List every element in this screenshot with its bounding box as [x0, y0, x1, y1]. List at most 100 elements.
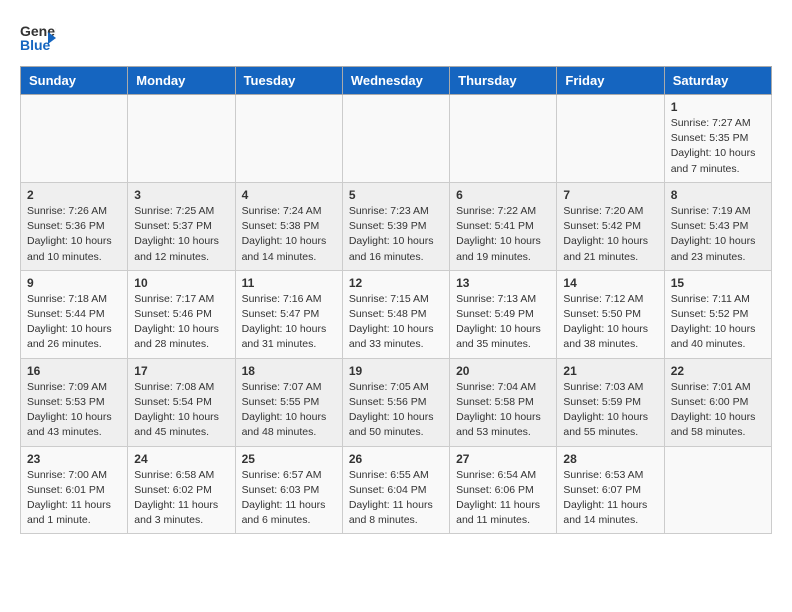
- calendar-cell: 18 Sunrise: 7:07 AM Sunset: 5:55 PM Dayli…: [235, 358, 342, 446]
- calendar-cell: [128, 95, 235, 183]
- calendar-week-2: 2Sunrise: 7:26 AM Sunset: 5:36 PM Daylig…: [21, 182, 772, 270]
- calendar-cell: [21, 95, 128, 183]
- day-number: 21: [563, 364, 657, 378]
- svg-text:Blue: Blue: [20, 37, 51, 53]
- day-info: Sunrise: 7:01 AM Sunset: 6:00 PM Dayligh…: [671, 380, 765, 441]
- day-info: Sunrise: 7:16 AM Sunset: 5:47 PM Dayligh…: [242, 292, 336, 353]
- day-number: 8: [671, 188, 765, 202]
- page-header: General Blue: [20, 20, 772, 56]
- calendar-cell: 11 Sunrise: 7:16 AM Sunset: 5:47 PM Dayli…: [235, 270, 342, 358]
- day-info: Sunrise: 7:13 AM Sunset: 5:49 PM Dayligh…: [456, 292, 550, 353]
- day-number: 7: [563, 188, 657, 202]
- calendar-cell: [664, 446, 771, 534]
- day-number: 26: [349, 452, 443, 466]
- day-number: 19: [349, 364, 443, 378]
- header-day-friday: Friday: [557, 67, 664, 95]
- day-number: 22: [671, 364, 765, 378]
- calendar-cell: [342, 95, 449, 183]
- day-info: Sunrise: 7:25 AM Sunset: 5:37 PM Dayligh…: [134, 204, 228, 265]
- day-number: 25: [242, 452, 336, 466]
- day-info: Sunrise: 7:22 AM Sunset: 5:41 PM Dayligh…: [456, 204, 550, 265]
- calendar-week-1: 1Sunrise: 7:27 AM Sunset: 5:35 PM Daylig…: [21, 95, 772, 183]
- calendar-cell: 25 Sunrise: 6:57 AM Sunset: 6:03 PM Dayli…: [235, 446, 342, 534]
- day-info: Sunrise: 7:23 AM Sunset: 5:39 PM Dayligh…: [349, 204, 443, 265]
- calendar-cell: 19 Sunrise: 7:05 AM Sunset: 5:56 PM Dayli…: [342, 358, 449, 446]
- day-number: 6: [456, 188, 550, 202]
- calendar-cell: 6 Sunrise: 7:22 AM Sunset: 5:41 PM Daylig…: [450, 182, 557, 270]
- calendar-cell: 21 Sunrise: 7:03 AM Sunset: 5:59 PM Dayli…: [557, 358, 664, 446]
- day-number: 13: [456, 276, 550, 290]
- calendar-cell: 3 Sunrise: 7:25 AM Sunset: 5:37 PM Daylig…: [128, 182, 235, 270]
- calendar-cell: 7 Sunrise: 7:20 AM Sunset: 5:42 PM Daylig…: [557, 182, 664, 270]
- calendar-cell: 9 Sunrise: 7:18 AM Sunset: 5:44 PM Daylig…: [21, 270, 128, 358]
- calendar-cell: [450, 95, 557, 183]
- day-number: 1: [671, 100, 765, 114]
- day-number: 16: [27, 364, 121, 378]
- day-number: 15: [671, 276, 765, 290]
- calendar-cell: 26 Sunrise: 6:55 AM Sunset: 6:04 PM Dayli…: [342, 446, 449, 534]
- day-number: 12: [349, 276, 443, 290]
- header-day-monday: Monday: [128, 67, 235, 95]
- day-info: Sunrise: 7:05 AM Sunset: 5:56 PM Dayligh…: [349, 380, 443, 441]
- calendar-cell: 1Sunrise: 7:27 AM Sunset: 5:35 PM Daylig…: [664, 95, 771, 183]
- header-day-sunday: Sunday: [21, 67, 128, 95]
- calendar-cell: 27Sunrise: 6:54 AM Sunset: 6:06 PM Dayli…: [450, 446, 557, 534]
- calendar-cell: 8 Sunrise: 7:19 AM Sunset: 5:43 PM Daylig…: [664, 182, 771, 270]
- day-number: 10: [134, 276, 228, 290]
- day-info: Sunrise: 6:55 AM Sunset: 6:04 PM Dayligh…: [349, 468, 443, 529]
- calendar-week-4: 16 Sunrise: 7:09 AM Sunset: 5:53 PM Dayli…: [21, 358, 772, 446]
- calendar-week-3: 9 Sunrise: 7:18 AM Sunset: 5:44 PM Daylig…: [21, 270, 772, 358]
- calendar-cell: 2Sunrise: 7:26 AM Sunset: 5:36 PM Daylig…: [21, 182, 128, 270]
- calendar-cell: 15 Sunrise: 7:11 AM Sunset: 5:52 PM Dayli…: [664, 270, 771, 358]
- calendar-cell: 14Sunrise: 7:12 AM Sunset: 5:50 PM Dayli…: [557, 270, 664, 358]
- day-info: Sunrise: 6:58 AM Sunset: 6:02 PM Dayligh…: [134, 468, 228, 529]
- calendar-cell: 24 Sunrise: 6:58 AM Sunset: 6:02 PM Dayli…: [128, 446, 235, 534]
- day-number: 11: [242, 276, 336, 290]
- day-number: 4: [242, 188, 336, 202]
- calendar-table: SundayMondayTuesdayWednesdayThursdayFrid…: [20, 66, 772, 534]
- day-info: Sunrise: 7:12 AM Sunset: 5:50 PM Dayligh…: [563, 292, 657, 353]
- day-info: Sunrise: 7:08 AM Sunset: 5:54 PM Dayligh…: [134, 380, 228, 441]
- calendar-cell: 10 Sunrise: 7:17 AM Sunset: 5:46 PM Dayli…: [128, 270, 235, 358]
- logo-icon: General Blue: [20, 20, 56, 56]
- day-info: Sunrise: 7:03 AM Sunset: 5:59 PM Dayligh…: [563, 380, 657, 441]
- calendar-cell: 16 Sunrise: 7:09 AM Sunset: 5:53 PM Dayli…: [21, 358, 128, 446]
- day-number: 18: [242, 364, 336, 378]
- day-info: Sunrise: 7:04 AM Sunset: 5:58 PM Dayligh…: [456, 380, 550, 441]
- day-info: Sunrise: 7:24 AM Sunset: 5:38 PM Dayligh…: [242, 204, 336, 265]
- calendar-cell: [235, 95, 342, 183]
- day-number: 23: [27, 452, 121, 466]
- header-day-wednesday: Wednesday: [342, 67, 449, 95]
- day-info: Sunrise: 7:18 AM Sunset: 5:44 PM Dayligh…: [27, 292, 121, 353]
- day-number: 5: [349, 188, 443, 202]
- calendar-cell: 23 Sunrise: 7:00 AM Sunset: 6:01 PM Dayli…: [21, 446, 128, 534]
- day-number: 24: [134, 452, 228, 466]
- calendar-header-row: SundayMondayTuesdayWednesdayThursdayFrid…: [21, 67, 772, 95]
- calendar-cell: 13 Sunrise: 7:13 AM Sunset: 5:49 PM Dayli…: [450, 270, 557, 358]
- day-info: Sunrise: 6:54 AM Sunset: 6:06 PM Dayligh…: [456, 468, 550, 529]
- calendar-cell: [557, 95, 664, 183]
- day-number: 28: [563, 452, 657, 466]
- calendar-cell: 4 Sunrise: 7:24 AM Sunset: 5:38 PM Daylig…: [235, 182, 342, 270]
- day-info: Sunrise: 7:11 AM Sunset: 5:52 PM Dayligh…: [671, 292, 765, 353]
- calendar-cell: 28Sunrise: 6:53 AM Sunset: 6:07 PM Dayli…: [557, 446, 664, 534]
- day-info: Sunrise: 7:20 AM Sunset: 5:42 PM Dayligh…: [563, 204, 657, 265]
- day-number: 17: [134, 364, 228, 378]
- day-number: 3: [134, 188, 228, 202]
- day-info: Sunrise: 7:19 AM Sunset: 5:43 PM Dayligh…: [671, 204, 765, 265]
- header-day-thursday: Thursday: [450, 67, 557, 95]
- day-info: Sunrise: 7:00 AM Sunset: 6:01 PM Dayligh…: [27, 468, 121, 529]
- calendar-cell: 5 Sunrise: 7:23 AM Sunset: 5:39 PM Daylig…: [342, 182, 449, 270]
- day-info: Sunrise: 6:57 AM Sunset: 6:03 PM Dayligh…: [242, 468, 336, 529]
- header-day-tuesday: Tuesday: [235, 67, 342, 95]
- calendar-cell: 20Sunrise: 7:04 AM Sunset: 5:58 PM Dayli…: [450, 358, 557, 446]
- day-info: Sunrise: 7:07 AM Sunset: 5:55 PM Dayligh…: [242, 380, 336, 441]
- day-number: 9: [27, 276, 121, 290]
- logo: General Blue: [20, 20, 62, 56]
- day-info: Sunrise: 7:17 AM Sunset: 5:46 PM Dayligh…: [134, 292, 228, 353]
- day-number: 2: [27, 188, 121, 202]
- header-day-saturday: Saturday: [664, 67, 771, 95]
- day-info: Sunrise: 7:09 AM Sunset: 5:53 PM Dayligh…: [27, 380, 121, 441]
- calendar-cell: 17 Sunrise: 7:08 AM Sunset: 5:54 PM Dayli…: [128, 358, 235, 446]
- day-info: Sunrise: 7:15 AM Sunset: 5:48 PM Dayligh…: [349, 292, 443, 353]
